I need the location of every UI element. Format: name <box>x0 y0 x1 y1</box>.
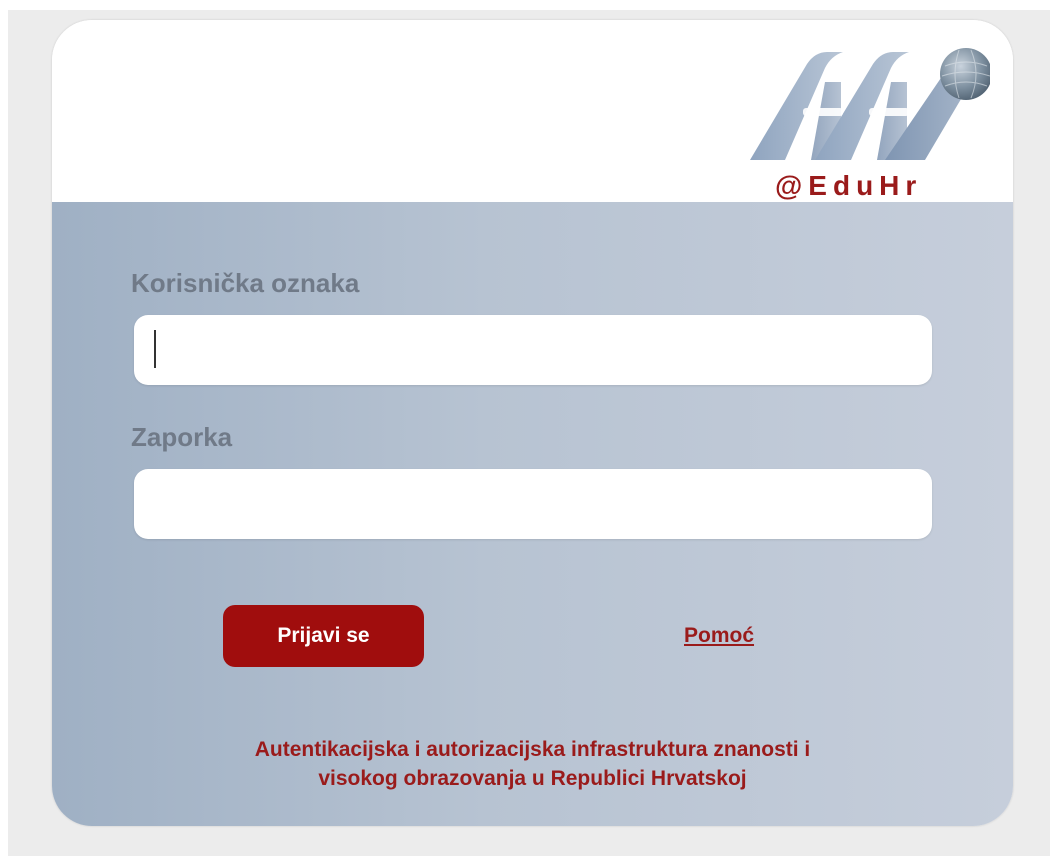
footer-description: Autentikacijska i autorizacijska infrast… <box>52 735 1013 793</box>
card-header: @EduHr <box>52 20 1013 202</box>
login-card: @EduHr Korisnička oznaka Zaporka Prijavi… <box>52 20 1013 826</box>
text-cursor <box>154 330 156 368</box>
login-form: Korisnička oznaka Zaporka Prijavi se Pom… <box>52 202 1013 826</box>
help-link[interactable]: Pomoć <box>684 624 754 648</box>
password-input[interactable] <box>134 469 932 539</box>
aai-eduhr-logo: @EduHr <box>745 42 990 212</box>
login-button[interactable]: Prijavi se <box>223 605 424 667</box>
logo-text: @EduHr <box>775 170 923 201</box>
footer-line-2: visokog obrazovanja u Republici Hrvatsko… <box>318 767 747 790</box>
username-label: Korisnička oznaka <box>131 268 360 298</box>
footer-line-1: Autentikacijska i autorizacijska infrast… <box>254 738 811 761</box>
username-input[interactable] <box>134 315 932 385</box>
password-label: Zaporka <box>131 422 233 452</box>
aai-logo-icon <box>750 48 990 160</box>
